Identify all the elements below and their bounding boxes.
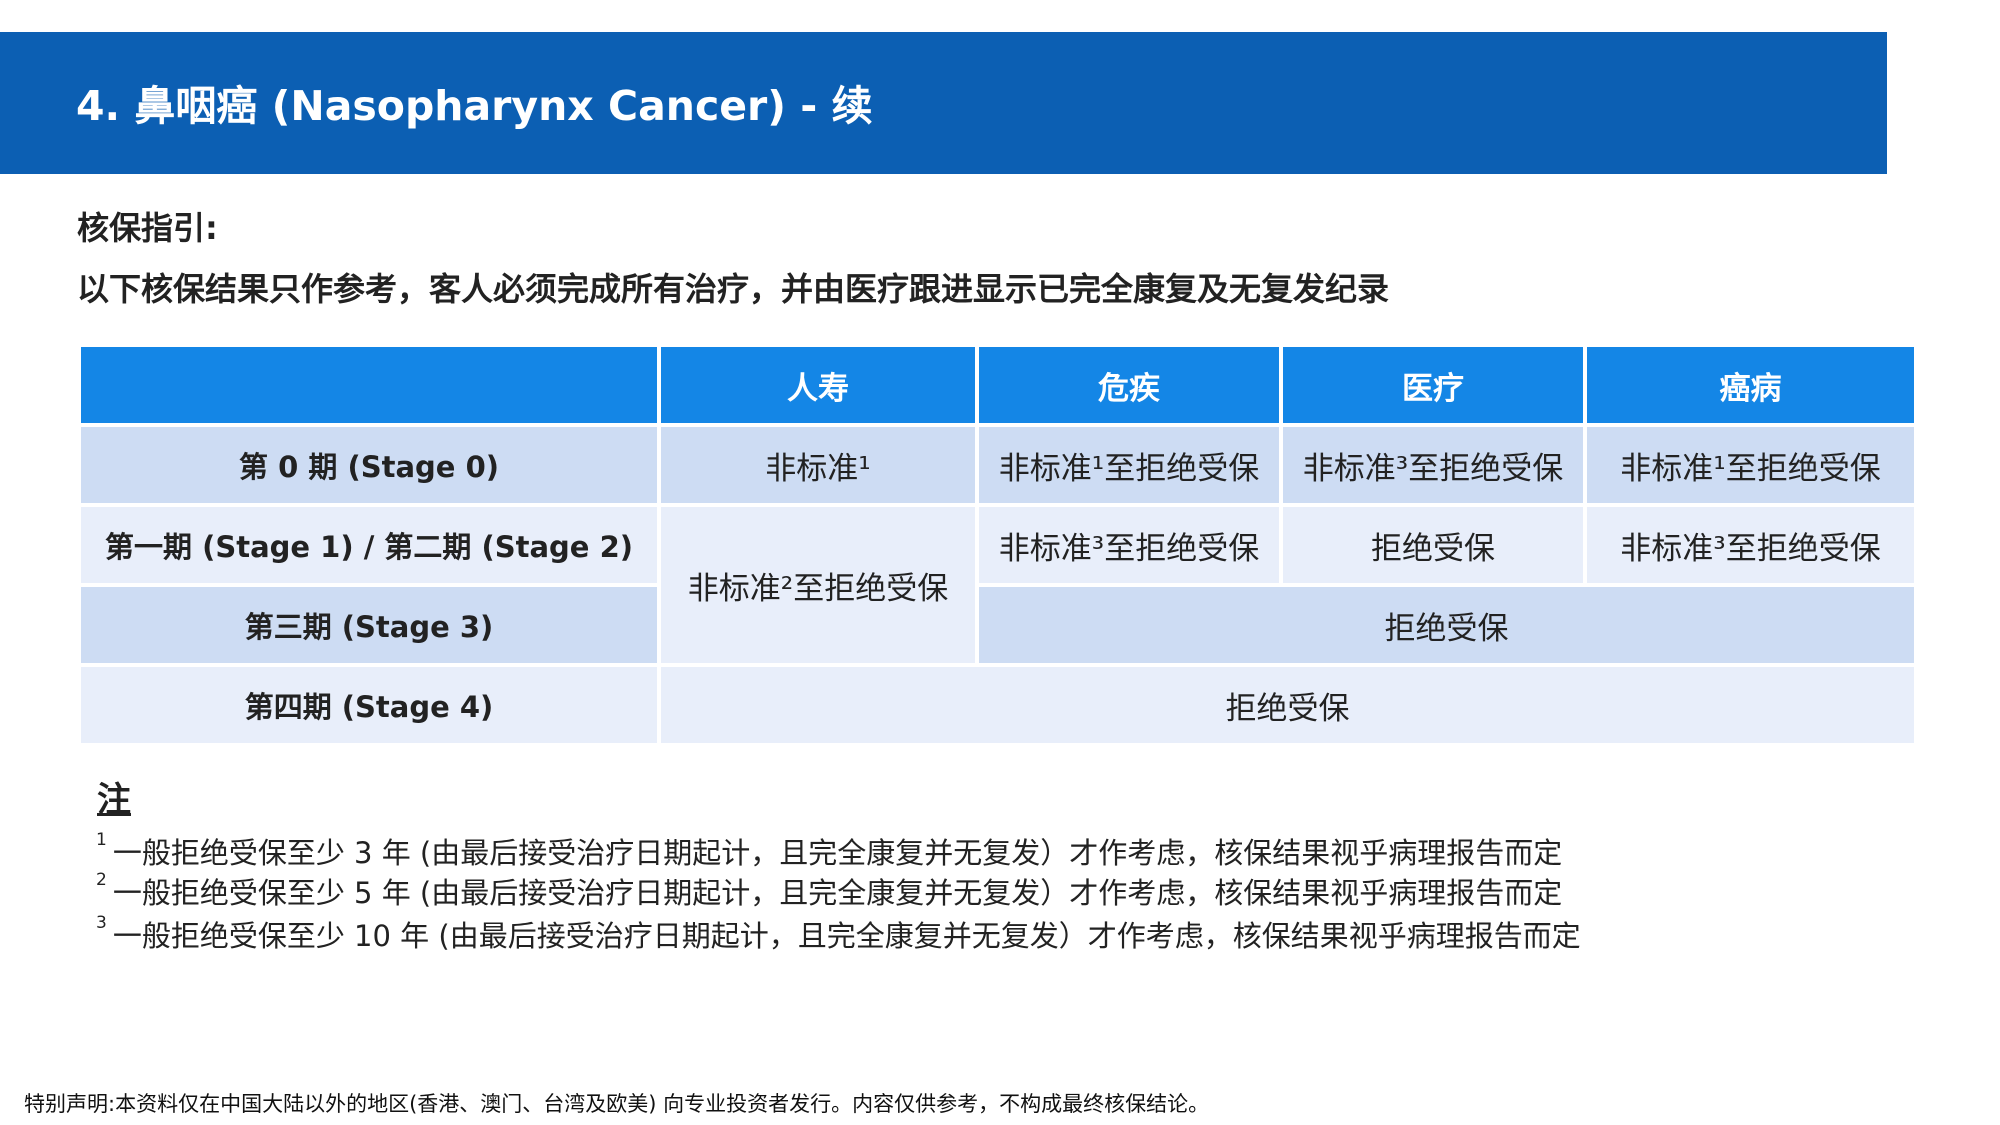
stage-cell: 第三期 (Stage 3) xyxy=(77,583,661,667)
note-text: 一般拒绝受保至少 5 年 (由最后接受治疗日期起计，且完全康复并无复发）才作考虑… xyxy=(112,876,1563,910)
guide-text: 以下核保结果只作参考，客人必须完成所有治疗，并由医疗跟进显示已完全康复及无复发纪… xyxy=(77,270,1390,308)
table-row: 第一期 (Stage 1) / 第二期 (Stage 2) 非标准²至拒绝受保 … xyxy=(77,503,1918,667)
merged-cell: 拒绝受保 xyxy=(975,583,1918,667)
header-life: 人寿 xyxy=(657,343,979,427)
page-title: 4. 鼻咽癌 (Nasopharynx Cancer) - 续 xyxy=(76,82,873,130)
life-merged-cell: 非标准²至拒绝受保 xyxy=(657,503,979,667)
table-header-row: 人寿 危疾 医疗 癌病 xyxy=(77,343,1918,427)
stage-cell: 第 0 期 (Stage 0) xyxy=(77,423,661,507)
note-marker: 1 xyxy=(96,830,107,850)
table-row: 第四期 (Stage 4) 拒绝受保 xyxy=(77,663,1918,747)
guide-heading: 核保指引: xyxy=(77,209,218,247)
table-row: 第三期 (Stage 3) 拒绝受保 xyxy=(77,583,1918,667)
header-cancer: 癌病 xyxy=(1583,343,1918,427)
disclaimer: 特别声明:本资料仅在中国大陆以外的地区(香港、澳门、台湾及欧美) 向专业投资者发… xyxy=(24,1092,1210,1116)
stage-cell: 第一期 (Stage 1) / 第二期 (Stage 2) xyxy=(77,503,661,587)
cancer-cell: 非标准¹至拒绝受保 xyxy=(1583,423,1918,507)
note-marker: 3 xyxy=(96,913,107,933)
ci-cell: 非标准¹至拒绝受保 xyxy=(975,423,1283,507)
note-item: 3 一般拒绝受保至少 10 年 (由最后接受治疗日期起计，且完全康复并无复发）才作… xyxy=(96,913,1581,955)
medical-cell: 拒绝受保 xyxy=(1279,503,1587,587)
ci-cell: 非标准³至拒绝受保 xyxy=(975,503,1283,587)
notes-title: 注 xyxy=(97,780,131,820)
note-text: 一般拒绝受保至少 10 年 (由最后接受治疗日期起计，且完全康复并无复发）才作考… xyxy=(112,919,1581,953)
header-critical-illness: 危疾 xyxy=(975,343,1283,427)
cancer-cell: 非标准³至拒绝受保 xyxy=(1583,503,1918,587)
merged-cell: 拒绝受保 xyxy=(657,663,1918,747)
header-stage xyxy=(77,343,661,427)
note-marker: 2 xyxy=(96,870,107,890)
note-text: 一般拒绝受保至少 3 年 (由最后接受治疗日期起计，且完全康复并无复发）才作考虑… xyxy=(112,836,1563,870)
note-item: 2 一般拒绝受保至少 5 年 (由最后接受治疗日期起计，且完全康复并无复发）才作考… xyxy=(96,870,1562,912)
stage-cell: 第四期 (Stage 4) xyxy=(77,663,661,747)
header-medical: 医疗 xyxy=(1279,343,1587,427)
note-item: 1 一般拒绝受保至少 3 年 (由最后接受治疗日期起计，且完全康复并无复发）才作考… xyxy=(96,830,1562,872)
medical-cell: 非标准³至拒绝受保 xyxy=(1279,423,1587,507)
table-row: 第 0 期 (Stage 0) 非标准¹ 非标准¹至拒绝受保 非标准³至拒绝受保… xyxy=(77,423,1918,507)
life-cell: 非标准¹ xyxy=(657,423,979,507)
underwriting-table: 人寿 危疾 医疗 癌病 第 0 期 (Stage 0) 非标准¹ 非标准¹至拒绝… xyxy=(77,343,1918,747)
